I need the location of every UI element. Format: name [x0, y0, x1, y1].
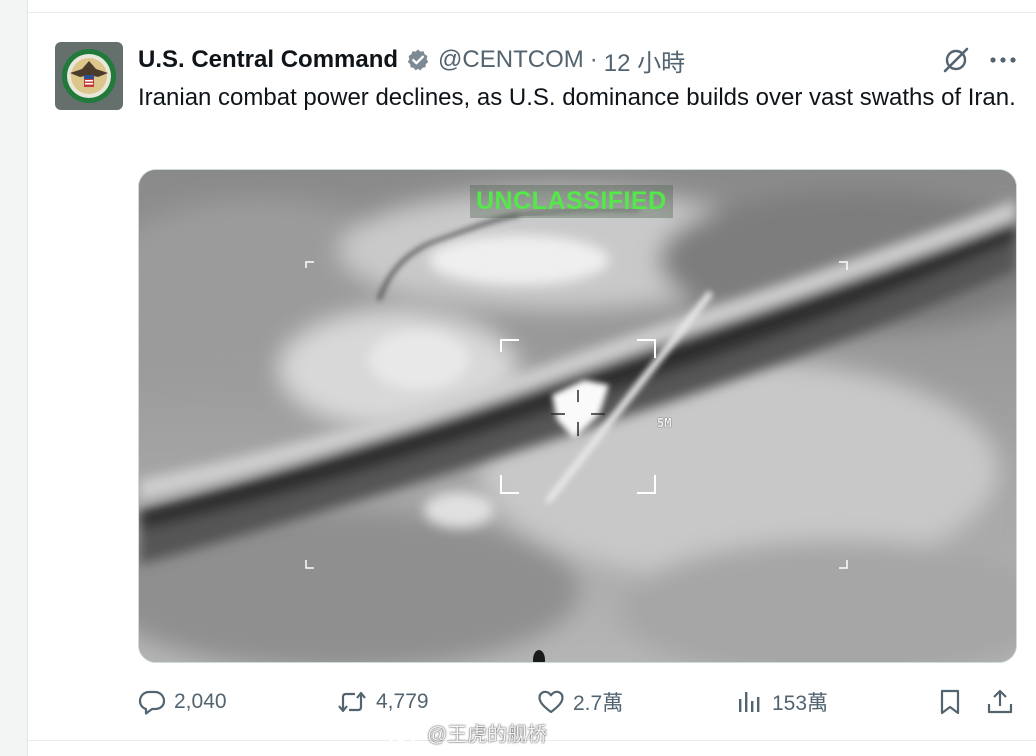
like-count: 2.7萬: [573, 692, 624, 715]
verified-badge-icon: [406, 48, 430, 72]
grok-icon[interactable]: [940, 44, 972, 76]
range-marker-label: 5M: [657, 416, 672, 430]
reply-button[interactable]: 2,040: [138, 682, 227, 722]
author-display-name[interactable]: U.S. Central Command: [138, 46, 398, 74]
repost-button[interactable]: 4,779: [336, 682, 429, 722]
reply-count: 2,040: [174, 690, 227, 713]
bookmark-button[interactable]: [936, 682, 964, 722]
more-options-icon[interactable]: [986, 44, 1020, 76]
thermal-footage-image: [139, 170, 1016, 662]
repost-icon: [338, 691, 366, 713]
centcom-seal-icon: [62, 49, 116, 103]
avatar[interactable]: [55, 42, 123, 110]
watermark-text: @王虎的舰桥: [427, 724, 548, 746]
views-button[interactable]: 153萬: [736, 682, 828, 722]
post-header: U.S. Central Command @CENTCOM · 12 小時: [138, 43, 685, 77]
share-button[interactable]: [986, 682, 1014, 722]
share-icon: [987, 689, 1013, 714]
post-video[interactable]: UNCLASSIFIED 5M: [138, 169, 1017, 663]
author-handle[interactable]: @CENTCOM: [438, 46, 584, 74]
repost-count: 4,779: [376, 690, 429, 713]
header-separator: ·: [589, 46, 598, 73]
post-actions-bar: 2,040 4,779 2.7萬 153萬: [138, 682, 1033, 722]
bookmark-icon: [940, 689, 960, 715]
timeline-column: U.S. Central Command @CENTCOM · 12 小時 Ir…: [27, 0, 1036, 756]
heart-icon: [538, 690, 564, 714]
views-count: 153萬: [772, 692, 829, 715]
like-button[interactable]: 2.7萬: [537, 682, 623, 722]
post-text: Iranian combat power declines, as U.S. d…: [138, 84, 1016, 111]
analytics-icon: [739, 692, 760, 712]
watermark: @王虎的舰桥: [387, 718, 547, 747]
classification-overlay: UNCLASSIFIED: [470, 185, 673, 218]
weibo-logo-icon: [388, 721, 421, 746]
reply-icon: [138, 690, 166, 715]
divider-previous-post: [28, 12, 1036, 13]
post-timestamp[interactable]: 12 小時: [604, 43, 685, 78]
